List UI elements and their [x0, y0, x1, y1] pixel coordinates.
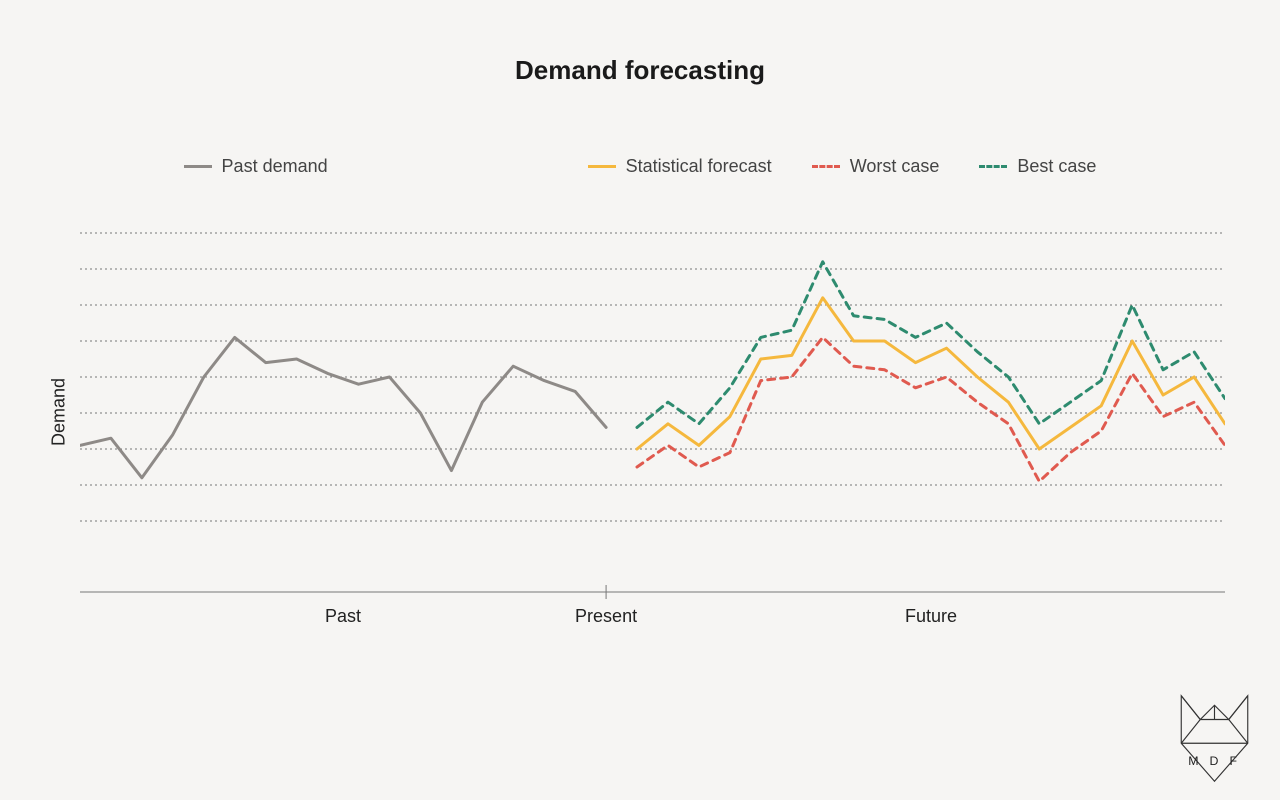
legend-swatch-past	[184, 165, 212, 168]
legend-item-best: Best case	[979, 156, 1096, 177]
legend-swatch-stat	[588, 165, 616, 168]
series-group	[80, 262, 1225, 482]
x-label-future: Future	[905, 606, 957, 626]
brand-logo: M D F	[1167, 691, 1262, 786]
chart-title: Demand forecasting	[0, 0, 1280, 86]
legend-item-stat: Statistical forecast	[588, 156, 772, 177]
gridlines	[80, 233, 1225, 521]
y-axis-label: Demand	[49, 378, 70, 446]
legend-label-past: Past demand	[222, 156, 328, 177]
legend-swatch-best	[979, 165, 1007, 168]
series-statistical-forecast	[637, 298, 1225, 449]
legend-swatch-worst	[812, 165, 840, 168]
series-worst-case	[637, 337, 1225, 481]
x-label-past: Past	[325, 606, 361, 626]
legend-item-worst: Worst case	[812, 156, 940, 177]
legend-label-worst: Worst case	[850, 156, 940, 177]
x-label-present: Present	[575, 606, 637, 626]
logo-text: M D F	[1188, 754, 1241, 768]
legend-label-best: Best case	[1017, 156, 1096, 177]
legend-item-past: Past demand	[184, 156, 328, 177]
forecast-chart: Past Present Future	[80, 197, 1225, 627]
legend-label-stat: Statistical forecast	[626, 156, 772, 177]
chart-area: Demand Past Present Future	[80, 197, 1225, 627]
legend: Past demand Statistical forecast Worst c…	[0, 156, 1280, 177]
series-best-case	[637, 262, 1225, 428]
series-past-demand	[80, 337, 606, 477]
